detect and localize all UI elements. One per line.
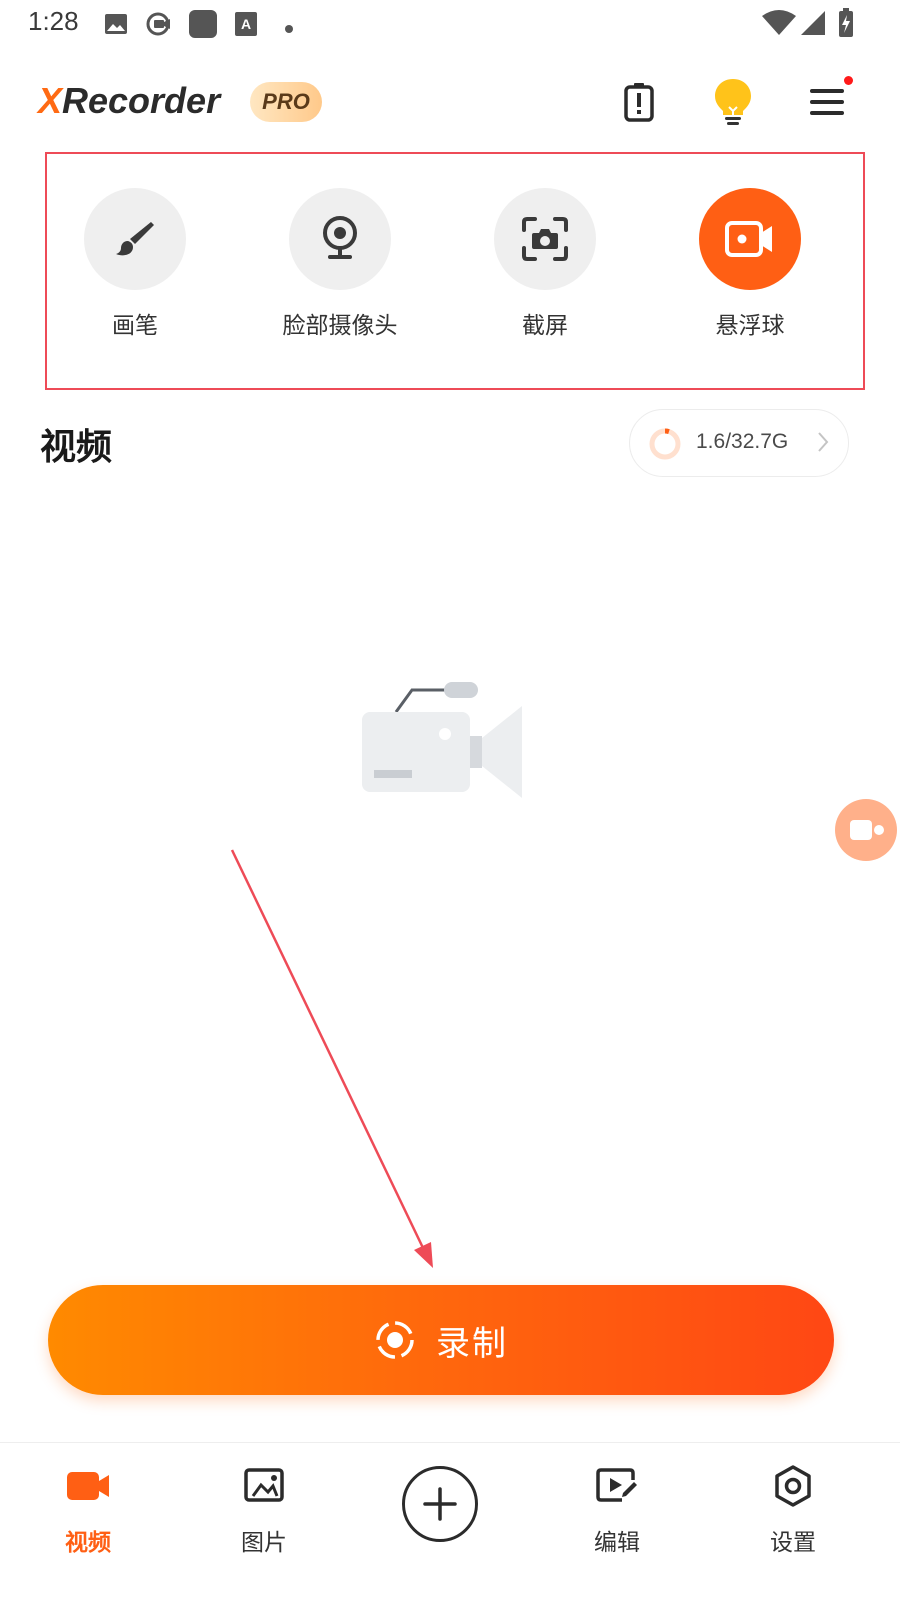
tool-brush[interactable]: 画笔	[45, 188, 225, 340]
tool-label: 画笔	[112, 313, 158, 339]
font-a-icon: A	[235, 12, 257, 40]
brand-rest: Recorder	[62, 80, 221, 121]
pro-badge[interactable]: PRO	[250, 82, 322, 122]
video-camera-empty-icon	[360, 680, 530, 809]
battery-charging-icon	[838, 8, 854, 42]
record-icon	[374, 1319, 416, 1361]
tool-label: 截屏	[522, 313, 568, 339]
video-icon	[28, 1463, 148, 1509]
lightbulb-icon[interactable]	[707, 76, 759, 128]
wifi-icon	[762, 10, 796, 40]
nav-label: 视频	[65, 1530, 111, 1556]
camera-icon	[850, 820, 884, 840]
brush-icon	[84, 188, 186, 290]
hamburger-menu-icon[interactable]	[801, 76, 853, 128]
edit-video-icon	[557, 1463, 677, 1509]
screen-record-icon	[146, 11, 174, 41]
app-square-icon	[188, 9, 218, 43]
webcam-icon	[289, 188, 391, 290]
nav-label: 设置	[770, 1530, 816, 1556]
tool-label: 脸部摄像头	[282, 313, 398, 339]
floating-record-bubble[interactable]	[835, 799, 897, 861]
brand-x: X	[38, 80, 63, 121]
section-title: 视频	[40, 427, 113, 468]
tool-floating-ball[interactable]: 悬浮球	[660, 188, 840, 340]
bottom-nav: 视频 图片 编辑 设置	[0, 1442, 900, 1600]
add-button[interactable]	[402, 1466, 478, 1542]
floating-ball-icon	[699, 188, 801, 290]
status-time: 1:28	[28, 6, 79, 36]
storage-text: 1.6/32.7G	[696, 430, 789, 453]
storage-ring-icon	[648, 427, 682, 465]
image-cast-icon	[204, 1463, 324, 1509]
nav-label: 编辑	[594, 1530, 640, 1556]
tool-label: 悬浮球	[715, 313, 785, 339]
nav-label: 图片	[241, 1530, 287, 1556]
storage-indicator[interactable]: 1.6/32.7G	[629, 409, 849, 477]
add-icon	[423, 1487, 457, 1521]
notification-dot	[844, 76, 853, 85]
signal-icon	[800, 10, 826, 40]
chevron-right-icon	[816, 430, 830, 458]
gallery-icon	[104, 12, 128, 40]
app-logo: XRecorder	[38, 80, 220, 122]
nav-item-video[interactable]: 视频	[28, 1463, 148, 1557]
nav-item-settings[interactable]: 设置	[733, 1463, 853, 1557]
nav-item-images[interactable]: 图片	[204, 1463, 324, 1557]
record-button[interactable]: 录制	[48, 1285, 834, 1395]
svg-text:A: A	[241, 16, 251, 32]
battery-alert-icon[interactable]	[613, 76, 665, 128]
dot-icon	[284, 19, 294, 38]
nav-item-edit[interactable]: 编辑	[557, 1463, 677, 1557]
tool-screenshot[interactable]: 截屏	[455, 188, 635, 340]
app-header: XRecorder PRO	[0, 60, 900, 144]
record-label: 录制	[436, 1323, 508, 1364]
tool-facecam[interactable]: 脸部摄像头	[250, 188, 430, 340]
status-bar: 1:28 A	[0, 0, 900, 48]
screenshot-icon	[494, 188, 596, 290]
settings-icon	[733, 1463, 853, 1509]
quick-tools-panel: 画笔 脸部摄像头 截屏 悬浮球	[45, 152, 865, 390]
